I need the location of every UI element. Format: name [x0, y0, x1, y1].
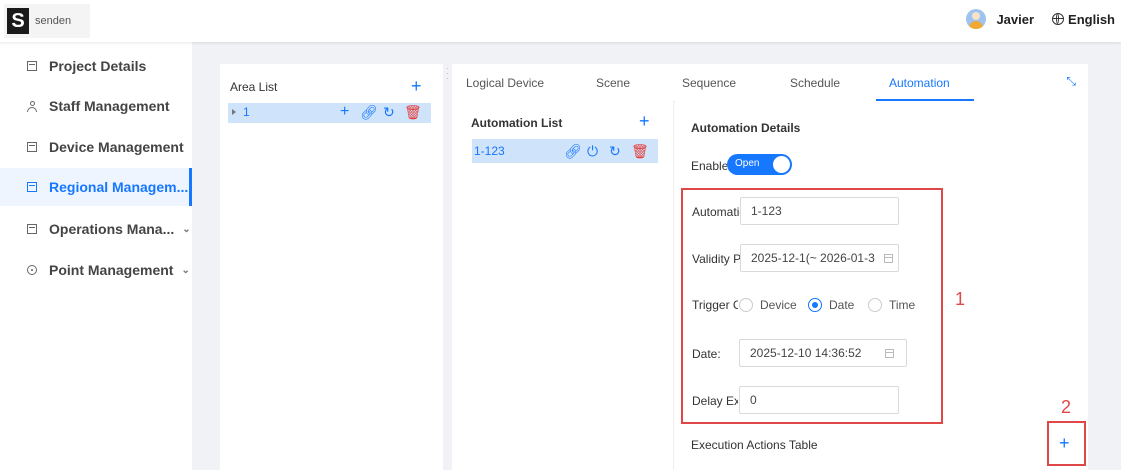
enable-automation-toggle[interactable]: Open	[727, 154, 792, 175]
annotation-number-2: 2	[1061, 397, 1072, 417]
delay-execution-value: 0	[750, 393, 757, 407]
automation-name-label: Automation Name	[692, 205, 740, 219]
link-icon[interactable]: 🔗︎	[360, 104, 378, 120]
tab-schedule[interactable]: Schedule	[790, 76, 840, 90]
delete-icon[interactable]: 🗑︎	[404, 104, 422, 120]
calendar-icon	[885, 349, 894, 358]
globe-icon	[1052, 13, 1065, 25]
location-icon	[25, 263, 39, 277]
automation-row-label: 1-123	[474, 144, 505, 158]
delete-icon[interactable]: 🗑︎	[631, 143, 649, 159]
link-icon[interactable]: 🔗︎	[564, 143, 582, 159]
toggle-text: Open	[735, 158, 760, 169]
area-list-title: Area List	[230, 80, 278, 94]
tab-logical-device[interactable]: Logical Device	[466, 76, 544, 90]
calendar-icon	[884, 254, 893, 263]
add-area-icon[interactable]: +	[411, 77, 422, 95]
grid-icon	[25, 180, 39, 194]
sidebar-item-label: Point Management	[49, 262, 174, 278]
tab-bar: Logical Device Scene Sequence Schedule A…	[452, 64, 1088, 102]
automation-name-value: 1-123	[751, 204, 782, 218]
user-name[interactable]: Javier	[996, 12, 1034, 27]
radio-date[interactable]	[808, 298, 822, 312]
user-area: Javier English	[966, 9, 1115, 29]
sidebar: Project Details Staff Management Device …	[0, 42, 192, 470]
toggle-knob	[773, 156, 790, 173]
delay-execution-label: Delay Execution	[692, 394, 738, 408]
add-child-icon[interactable]: +	[340, 104, 349, 120]
refresh-icon[interactable]: ↻	[609, 143, 621, 159]
date-picker[interactable]: 2025-12-10 14:36:52	[739, 339, 907, 367]
device-icon	[25, 140, 39, 154]
sidebar-item-label: Operations Mana...	[49, 221, 175, 237]
person-icon	[25, 99, 39, 113]
sidebar-item-label: Regional Managem...	[49, 179, 189, 195]
chevron-down-icon: ⌄	[181, 264, 190, 276]
radio-time-label[interactable]: Time	[889, 298, 915, 312]
trigger-condition-label: Trigger Condition	[692, 298, 738, 312]
execution-actions-title: Execution Actions Table	[691, 438, 818, 452]
power-icon[interactable]: ⏻	[587, 143, 598, 159]
sidebar-item-point-management[interactable]: Point Management ⌄	[0, 251, 192, 289]
add-automation-icon[interactable]: +	[639, 112, 650, 130]
automation-list-title: Automation List	[471, 116, 563, 130]
sidebar-item-staff-management[interactable]: Staff Management	[0, 87, 192, 125]
caret-right-icon[interactable]	[232, 109, 236, 115]
radio-time[interactable]	[868, 298, 882, 312]
sidebar-item-regional-management[interactable]: Regional Managem...	[0, 168, 192, 206]
panel-resize-handle[interactable]: · · ·	[446, 65, 450, 83]
avatar[interactable]	[966, 9, 987, 29]
validity-period-label: Validity Period	[692, 252, 740, 266]
logo-text: senden	[35, 15, 72, 27]
tab-sequence[interactable]: Sequence	[682, 76, 736, 90]
sidebar-item-label: Project Details	[49, 58, 147, 74]
top-header: S senden Javier English	[0, 0, 1121, 42]
area-list-panel: Area List + 1 + 🔗︎ ↻ 🗑︎	[220, 64, 443, 470]
logo-mark-icon: S	[7, 8, 29, 34]
sidebar-item-device-management[interactable]: Device Management	[0, 128, 192, 166]
refresh-icon[interactable]: ↻	[383, 104, 395, 120]
tab-scene[interactable]: Scene	[596, 76, 630, 90]
date-label: Date:	[692, 347, 721, 361]
sidebar-item-label: Staff Management	[49, 98, 170, 114]
automation-row[interactable]: 1-123 🔗︎ ⏻ ↻ 🗑︎	[472, 139, 658, 163]
senden-logo[interactable]: S senden	[4, 4, 90, 38]
radio-date-label[interactable]: Date	[829, 298, 854, 312]
language-selector[interactable]: English	[1052, 12, 1115, 27]
document-icon	[25, 59, 39, 73]
tab-automation[interactable]: Automation	[889, 76, 950, 90]
annotation-number-1: 1	[955, 289, 966, 309]
sidebar-item-project-details[interactable]: Project Details	[0, 47, 192, 85]
sidebar-item-label: Device Management	[49, 139, 184, 155]
language-label: English	[1068, 11, 1115, 27]
automation-list-panel: Automation List + 1-123 🔗︎ ⏻ ↻ 🗑︎	[452, 101, 674, 470]
add-execution-action-icon[interactable]: +	[1059, 434, 1070, 452]
automation-name-input[interactable]: 1-123	[740, 197, 899, 225]
radio-device-label[interactable]: Device	[760, 298, 797, 312]
date-value: 2025-12-10 14:36:52	[750, 346, 862, 360]
fullscreen-icon[interactable]: ⤡	[1066, 74, 1076, 89]
sidebar-item-operations-management[interactable]: Operations Mana... ⌄	[0, 210, 192, 248]
enable-automation-label: Enable Automation	[691, 159, 727, 173]
radio-device[interactable]	[739, 298, 753, 312]
delay-execution-input[interactable]: 0	[739, 386, 899, 414]
validity-period-value: 2025-12-1(~ 2026-01-3	[751, 251, 875, 265]
automation-details-title: Automation Details	[691, 121, 801, 135]
area-tree-row[interactable]: 1 + 🔗︎ ↻ 🗑︎	[228, 103, 431, 123]
operations-icon	[25, 222, 39, 236]
chevron-down-icon: ⌄	[182, 223, 191, 235]
validity-period-range-picker[interactable]: 2025-12-1(~ 2026-01-3	[740, 244, 899, 272]
area-row-label: 1	[243, 105, 250, 119]
